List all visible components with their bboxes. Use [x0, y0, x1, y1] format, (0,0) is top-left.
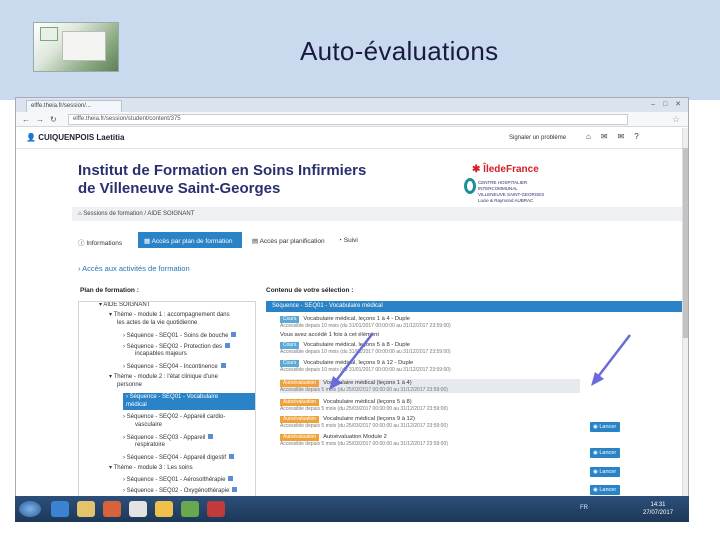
- envelope-icon[interactable]: ✉: [601, 132, 618, 141]
- plan-seq-cont: respiratoire: [135, 442, 166, 448]
- tab-acces-plan[interactable]: ▦ Accès par plan de formation: [138, 232, 242, 248]
- language-indicator[interactable]: FR: [580, 505, 588, 511]
- back-icon[interactable]: ←: [22, 115, 30, 124]
- report-problem-link[interactable]: Signaler un problème: [509, 135, 566, 141]
- user-name: 👤 CUIQUENPOIS Laetitia: [26, 133, 125, 142]
- tab-informations[interactable]: ⓘ Informations: [72, 232, 134, 248]
- internet-explorer-icon[interactable]: [51, 501, 69, 517]
- app-icon[interactable]: [181, 501, 199, 517]
- hospital-logo-icon: [464, 178, 476, 194]
- plan-root[interactable]: ▾ AIDE SOIGNANT: [99, 302, 150, 309]
- browser-tab[interactable]: elffe.theia.fr/session/...: [26, 100, 122, 112]
- file-explorer-icon[interactable]: [77, 501, 95, 517]
- banner-title: Institut de Formation en Soins Infirmier…: [78, 162, 367, 179]
- plan-seq-cont: vasculaire: [135, 422, 163, 428]
- plan-theme-1-cont: les actes de la vie quotidienne: [117, 320, 198, 326]
- taskbar-clock[interactable]: 14:31 27/07/2017: [643, 501, 673, 517]
- banner-subtitle: de Villeneuve Saint-Georges: [78, 180, 281, 197]
- pointer-arrow-right: [591, 334, 631, 386]
- plan-title: Plan de formation :: [80, 287, 139, 294]
- plan-seq[interactable]: › Séquence - SEQ04 - Incontinence: [123, 363, 226, 371]
- home-icon[interactable]: ⌂: [78, 211, 82, 217]
- content-item-autoeval[interactable]: Autoévaluation Vocabulaire médical (leçon…: [280, 415, 580, 429]
- bookmark-star-icon[interactable]: ☆: [672, 114, 680, 125]
- forward-icon[interactable]: →: [36, 115, 44, 124]
- sequence-header: Séquence - SEQ01 - Vocabulaire médical: [266, 301, 686, 312]
- lancer-button[interactable]: ◉ Lancer: [590, 448, 620, 458]
- mail-icon[interactable]: ✉: [618, 132, 635, 141]
- plan-seq-cont: incapables majeurs: [135, 351, 187, 357]
- plan-seq[interactable]: › Séquence - SEQ02 - Appareil cardio-: [123, 414, 225, 421]
- iledefrance-logo: ✱ ÎledeFrance: [472, 164, 539, 175]
- breadcrumb-sessions[interactable]: Sessions de formation: [83, 211, 142, 217]
- plan-theme-1[interactable]: ▾ Thème - module 1 : accompagnement dans: [109, 312, 230, 319]
- slide-title: Auto-évaluations: [300, 36, 499, 66]
- plan-seq[interactable]: › Séquence - SEQ02 - Oxygénothérapie: [123, 487, 238, 495]
- plan-tree: ▾ AIDE SOIGNANT ▾ Thème - module 1 : acc…: [78, 301, 256, 520]
- contenu-title: Contenu de votre sélection :: [266, 287, 354, 294]
- plan-theme-2[interactable]: ▾ Thème - module 2 : l'état clinique d'u…: [109, 374, 218, 381]
- content-item-autoeval[interactable]: Autoévaluation Autoévaluation Module 2 Ac…: [280, 433, 580, 447]
- plan-seq[interactable]: › Séquence - SEQ02 - Protection des: [123, 343, 231, 351]
- content-item-cours[interactable]: Cours Vocabulaire médical, leçons 1 à 4 -…: [280, 315, 580, 329]
- windows-taskbar: FR 14:31 27/07/2017: [15, 496, 689, 522]
- breadcrumb: ⌂ Sessions de formation / AIDE SOIGNANT: [72, 207, 682, 221]
- lancer-button[interactable]: ◉ Lancer: [590, 485, 620, 495]
- tab-suivi[interactable]: ◔ Suivi: [332, 232, 372, 248]
- address-bar: ← → ↻ elffe.theia.fr/session/student/con…: [16, 112, 688, 127]
- plan-seq-selected-cont: médical: [123, 401, 255, 410]
- url-field[interactable]: elffe.theia.fr/session/student/content/3…: [68, 114, 628, 125]
- browser-window: elffe.theia.fr/session/... – □ ✕ ← → ↻ e…: [15, 97, 689, 521]
- breadcrumb-current: AIDE SOIGNANT: [147, 211, 195, 217]
- lancer-button[interactable]: ◉ Lancer: [590, 422, 620, 432]
- plan-seq[interactable]: › Séquence - SEQ04 - Appareil digestif: [123, 454, 235, 462]
- lancer-button[interactable]: ◉ Lancer: [590, 467, 620, 477]
- app-top-bar: 👤 CUIQUENPOIS Laetitia Signaler un probl…: [16, 127, 688, 149]
- hospital-name: CENTRE HOSPITALIER INTERCOMMUNAL VILLENE…: [478, 180, 545, 203]
- app-icons: ⌂✉✉?: [586, 132, 649, 141]
- pdf-icon[interactable]: [207, 501, 225, 517]
- home-icon[interactable]: ⌂: [586, 132, 601, 141]
- pointer-arrow-left: [329, 332, 374, 390]
- tab-acces-planification[interactable]: ▤ Accès par planification: [246, 232, 330, 248]
- app-icon[interactable]: [155, 501, 173, 517]
- plan-seq[interactable]: › Séquence - SEQ01 - Aérosolthérapie: [123, 476, 234, 484]
- plan-seq[interactable]: › Séquence - SEQ03 - Appareil: [123, 434, 214, 442]
- nav-tabs: ⓘ Informations ▦ Accès par plan de forma…: [72, 232, 682, 248]
- question-icon[interactable]: ?: [634, 132, 648, 141]
- plan-theme-3[interactable]: ▾ Thème - module 3 : Les soins: [109, 465, 193, 472]
- start-button-icon[interactable]: [19, 501, 41, 517]
- ifsi-banner: Institut de Formation en Soins Infirmier…: [72, 158, 682, 204]
- school-building-logo: [33, 22, 119, 72]
- content-item-autoeval[interactable]: Autoévaluation Vocabulaire médical (leçon…: [280, 398, 580, 412]
- chrome-icon[interactable]: [129, 501, 147, 517]
- acces-activites-link[interactable]: › Accès aux activités de formation: [78, 264, 190, 273]
- vertical-scrollbar[interactable]: [682, 128, 688, 518]
- media-player-icon[interactable]: [103, 501, 121, 517]
- plan-seq[interactable]: › Séquence - SEQ01 - Soins de bouche: [123, 332, 237, 340]
- slide-header: Auto-évaluations: [0, 0, 720, 100]
- window-controls[interactable]: – □ ✕: [651, 100, 684, 108]
- browser-tab-bar: elffe.theia.fr/session/... – □ ✕: [16, 98, 688, 112]
- reload-icon[interactable]: ↻: [50, 115, 57, 124]
- plan-theme-2-cont: personne: [117, 382, 143, 388]
